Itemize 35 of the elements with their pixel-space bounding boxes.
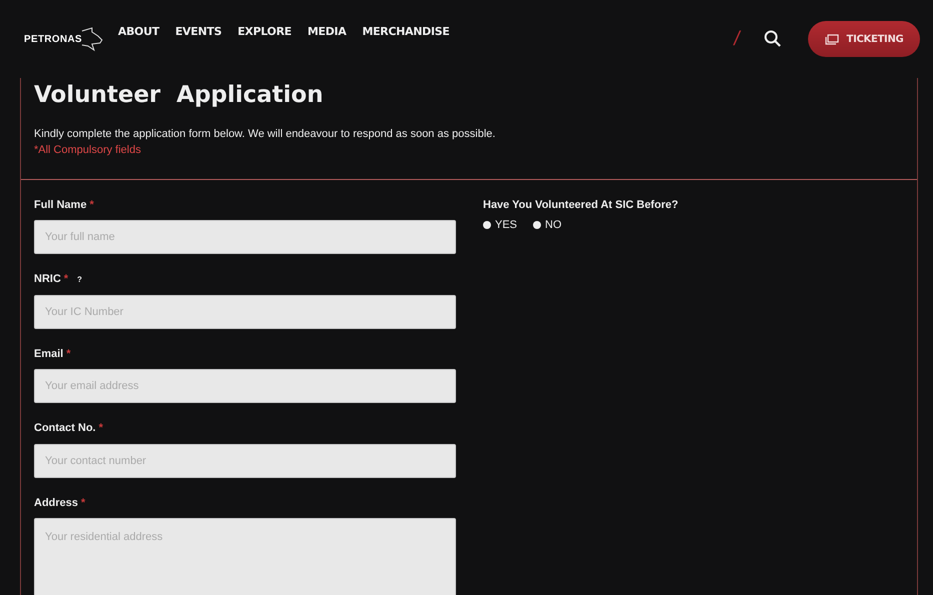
nav-link[interactable]: MERCHANDISE (362, 24, 450, 40)
required-mark: * (98, 421, 104, 436)
input-field[interactable]: Your contact number (34, 444, 456, 478)
input-field[interactable]: Your IC Number (34, 294, 456, 329)
field-label: Full Name (34, 198, 87, 213)
page-title: Volunteer Application (34, 82, 324, 110)
address-field[interactable]: Your residential address (34, 518, 456, 595)
required-note: *All Compulsory fields (34, 143, 142, 158)
intro-text: Kindly complete the application form below. We will endeavour to respond as soon as possible. (34, 126, 496, 142)
track-outline-icon (80, 26, 104, 52)
required-mark: * (81, 496, 86, 511)
field-label: Address (34, 496, 78, 511)
radio-option[interactable]: YES (483, 217, 518, 234)
input-field[interactable]: Your email address (34, 369, 456, 404)
nav-link[interactable]: ABOUT (118, 24, 160, 40)
required-mark: * (66, 346, 71, 362)
ticketing-button[interactable]: TICKETING (808, 21, 920, 57)
required-mark: * (90, 198, 94, 213)
help-mark[interactable]: ? (77, 274, 82, 286)
field-label: NRIC (34, 272, 61, 288)
logo-text[interactable]: PETRONAS (24, 32, 82, 46)
nav-link[interactable]: EXPLORE (238, 24, 292, 40)
radio-icon[interactable] (533, 221, 542, 230)
search-icon[interactable] (764, 30, 782, 48)
field-label: Contact No. (34, 421, 96, 436)
input-field[interactable]: Your full name (34, 220, 456, 254)
radio-icon[interactable] (483, 221, 491, 230)
required-mark: * (64, 272, 68, 288)
divider-slash: / (732, 27, 743, 52)
radio-option[interactable]: NO (533, 217, 562, 234)
field-label: Email (34, 346, 64, 362)
ticket-icon (824, 34, 839, 44)
nav-link[interactable]: EVENTS (175, 24, 222, 40)
question-label: Have You Volunteered At SIC Before? (483, 198, 678, 213)
nav-link[interactable]: MEDIA (307, 24, 346, 40)
